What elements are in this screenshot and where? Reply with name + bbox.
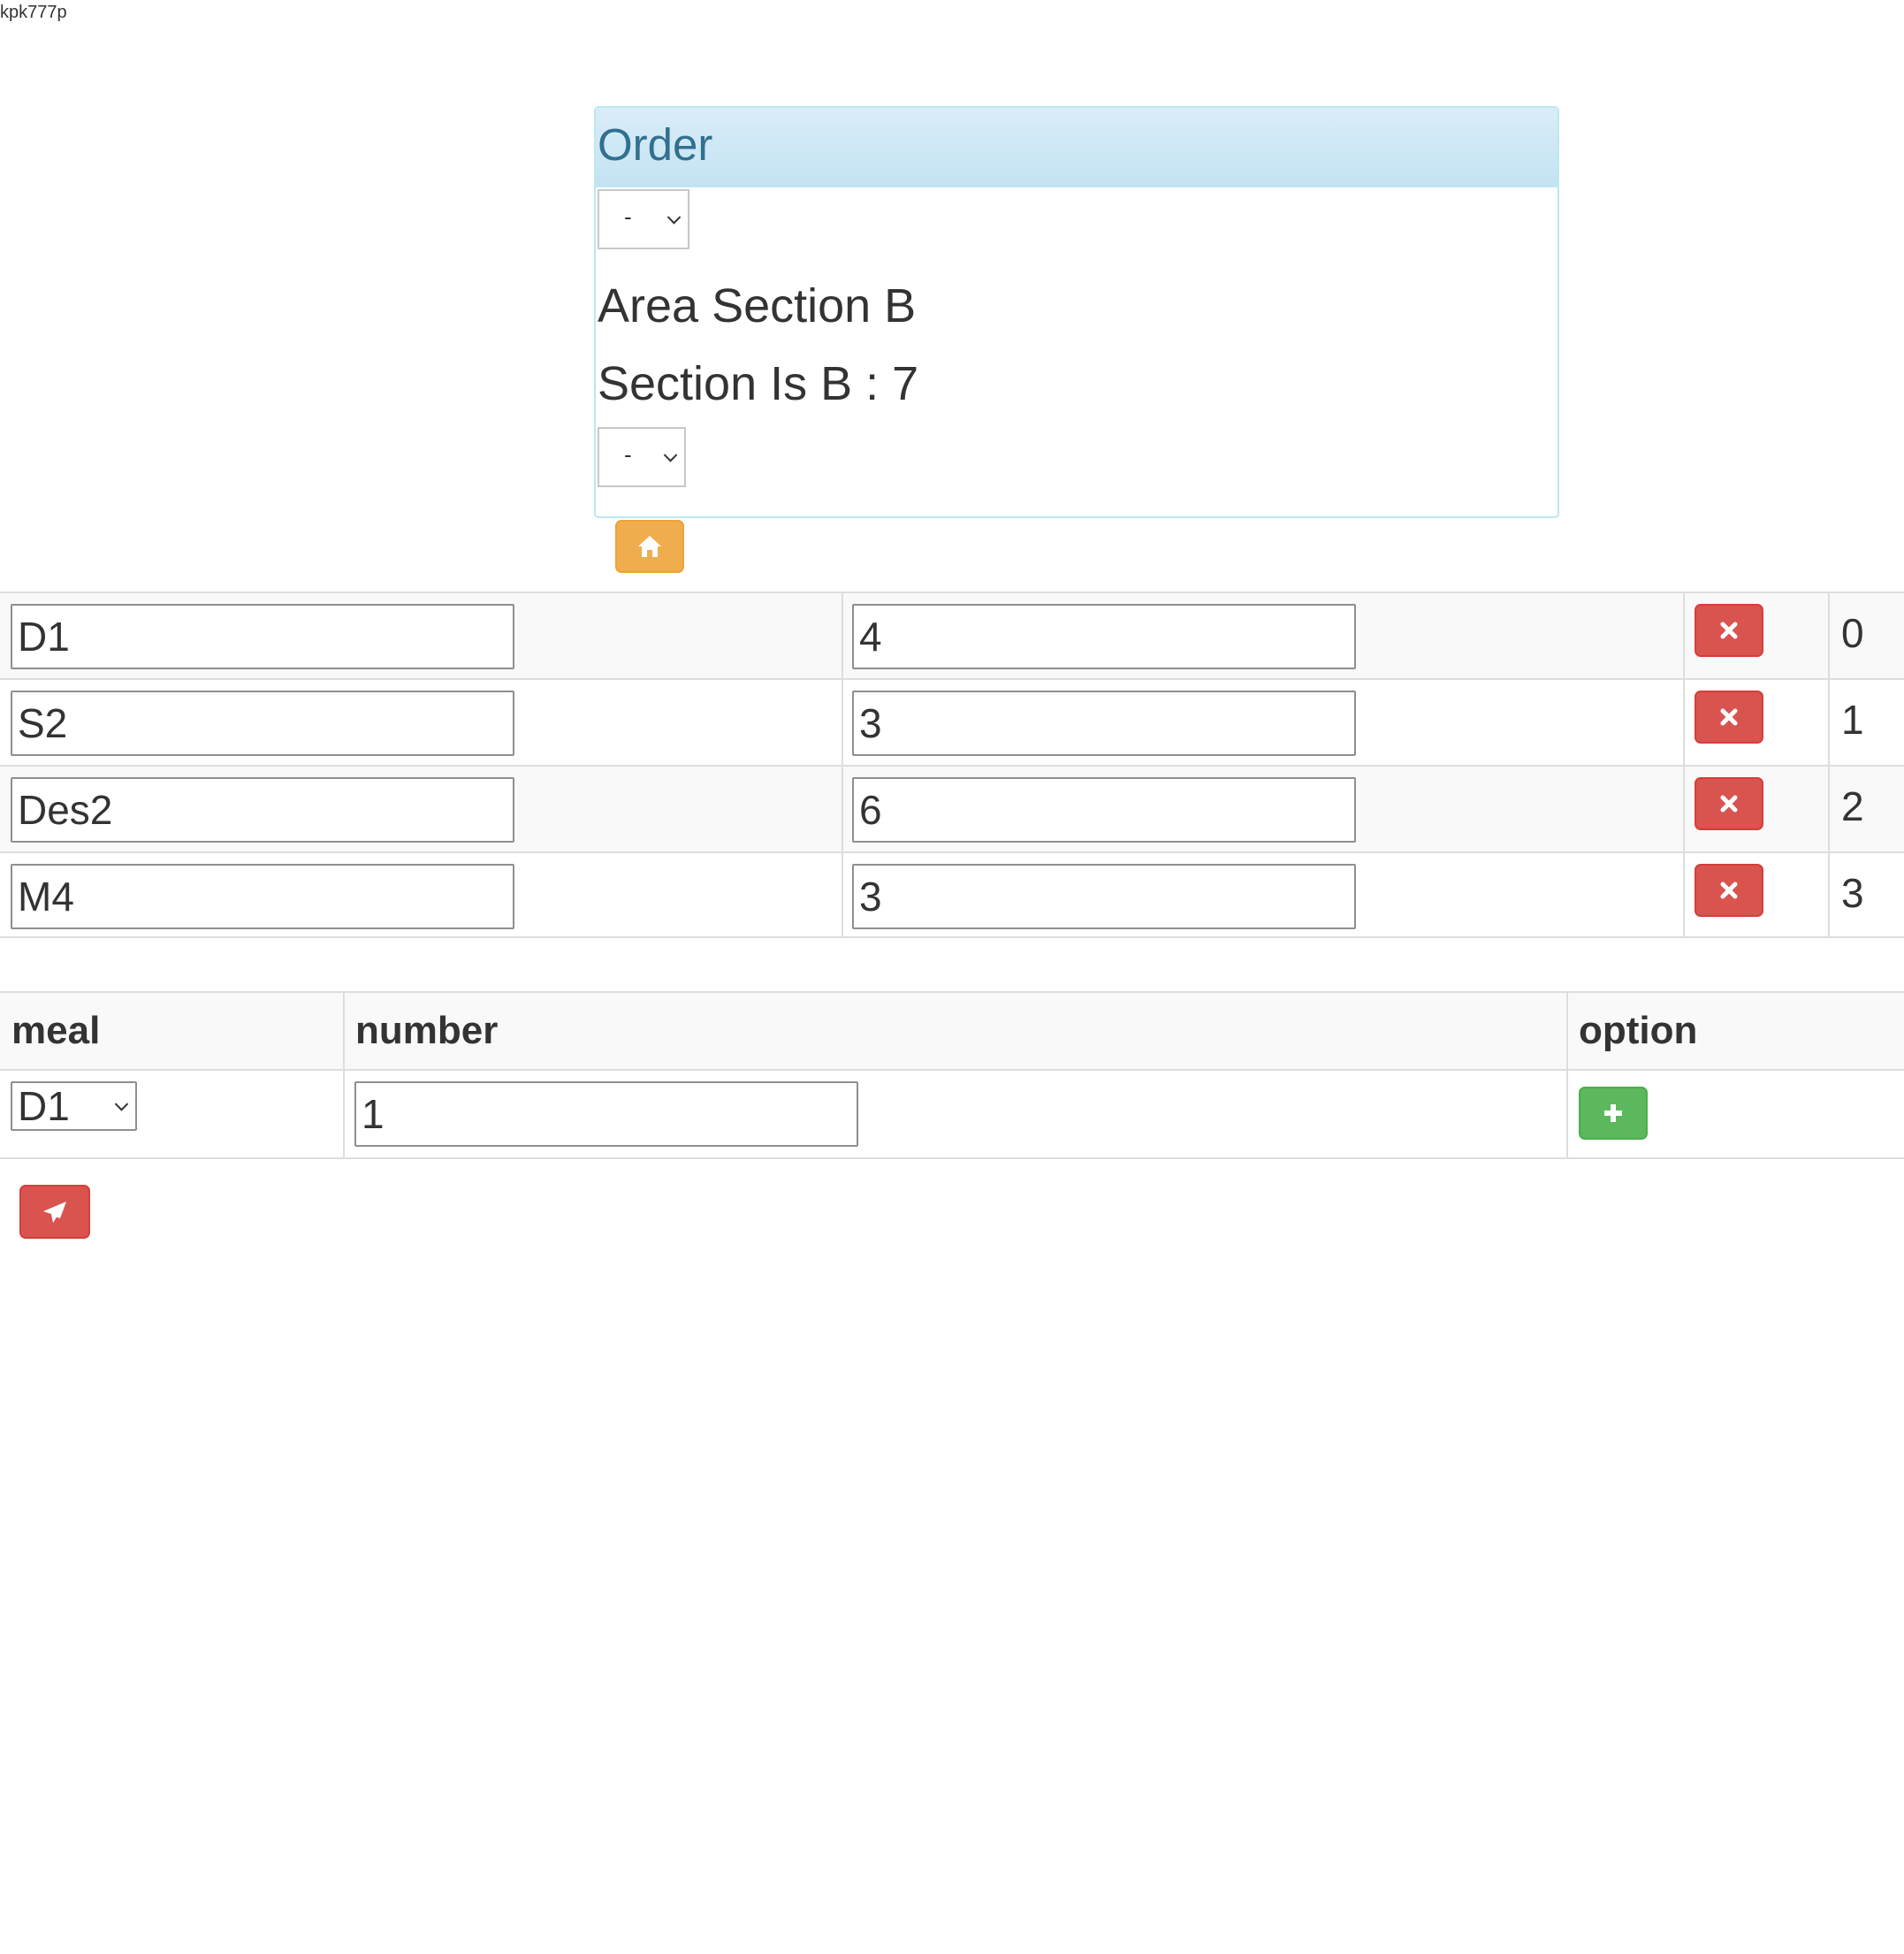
meal-input[interactable]: D1 [11,604,514,669]
table-row: D1 1 [0,1071,1904,1159]
delete-item-button[interactable] [1695,777,1763,830]
number-input[interactable]: 1 [354,1081,858,1147]
submit-order-button[interactable] [19,1185,90,1239]
item-index: 1 [1841,697,1864,743]
panel-heading: Order [596,108,1557,187]
table-row: D1 4 0 [0,592,1904,678]
remove-icon [1720,622,1738,639]
meal-column-header: meal [11,1009,101,1052]
delete-item-button[interactable] [1695,864,1763,917]
panel-title: Order [598,119,713,170]
section-info-text: Section Is B : 7 [598,357,919,410]
table-select[interactable]: - [598,427,686,487]
table-row: S2 3 1 [0,678,1904,765]
meal-input[interactable]: Des2 [11,777,514,843]
table-row: Des2 6 2 [0,765,1904,851]
number-input[interactable]: 3 [852,864,1356,929]
delete-item-button[interactable] [1695,691,1763,744]
username-label: kpk777p [0,3,67,22]
meal-select[interactable]: D1 [11,1081,137,1131]
meal-select-value: D1 [18,1083,70,1129]
table-header-row: meal number option [0,991,1904,1071]
option-column-header: option [1579,1009,1698,1052]
section-select-value: - [624,203,632,230]
order-panel: Order - Area Section B Section Is B : 7 … [594,106,1559,518]
add-item-button[interactable] [1579,1087,1648,1140]
number-column-header: number [355,1009,499,1052]
number-input[interactable]: 3 [852,691,1356,756]
item-index: 3 [1841,870,1864,916]
home-icon [638,536,661,557]
chevron-down-icon [663,448,678,462]
remove-icon [1720,882,1738,899]
table-row: M4 3 3 [0,851,1904,938]
meal-input[interactable]: S2 [11,691,514,756]
number-input[interactable]: 4 [852,604,1356,669]
chevron-down-icon [114,1097,129,1111]
remove-icon [1720,795,1738,813]
table-select-value: - [624,441,632,468]
meal-input[interactable]: M4 [11,864,514,929]
section-select[interactable]: - [598,189,689,249]
delete-item-button[interactable] [1695,604,1763,657]
remove-icon [1720,708,1738,726]
number-input[interactable]: 6 [852,777,1356,843]
item-index: 2 [1841,783,1864,829]
send-icon [43,1201,66,1223]
home-button[interactable] [615,520,684,573]
item-index: 0 [1841,610,1864,656]
add-meal-table: meal number option D1 1 [0,991,1904,1159]
plus-icon [1604,1104,1622,1122]
chevron-down-icon [666,210,682,225]
area-section-text: Area Section B [598,279,917,332]
